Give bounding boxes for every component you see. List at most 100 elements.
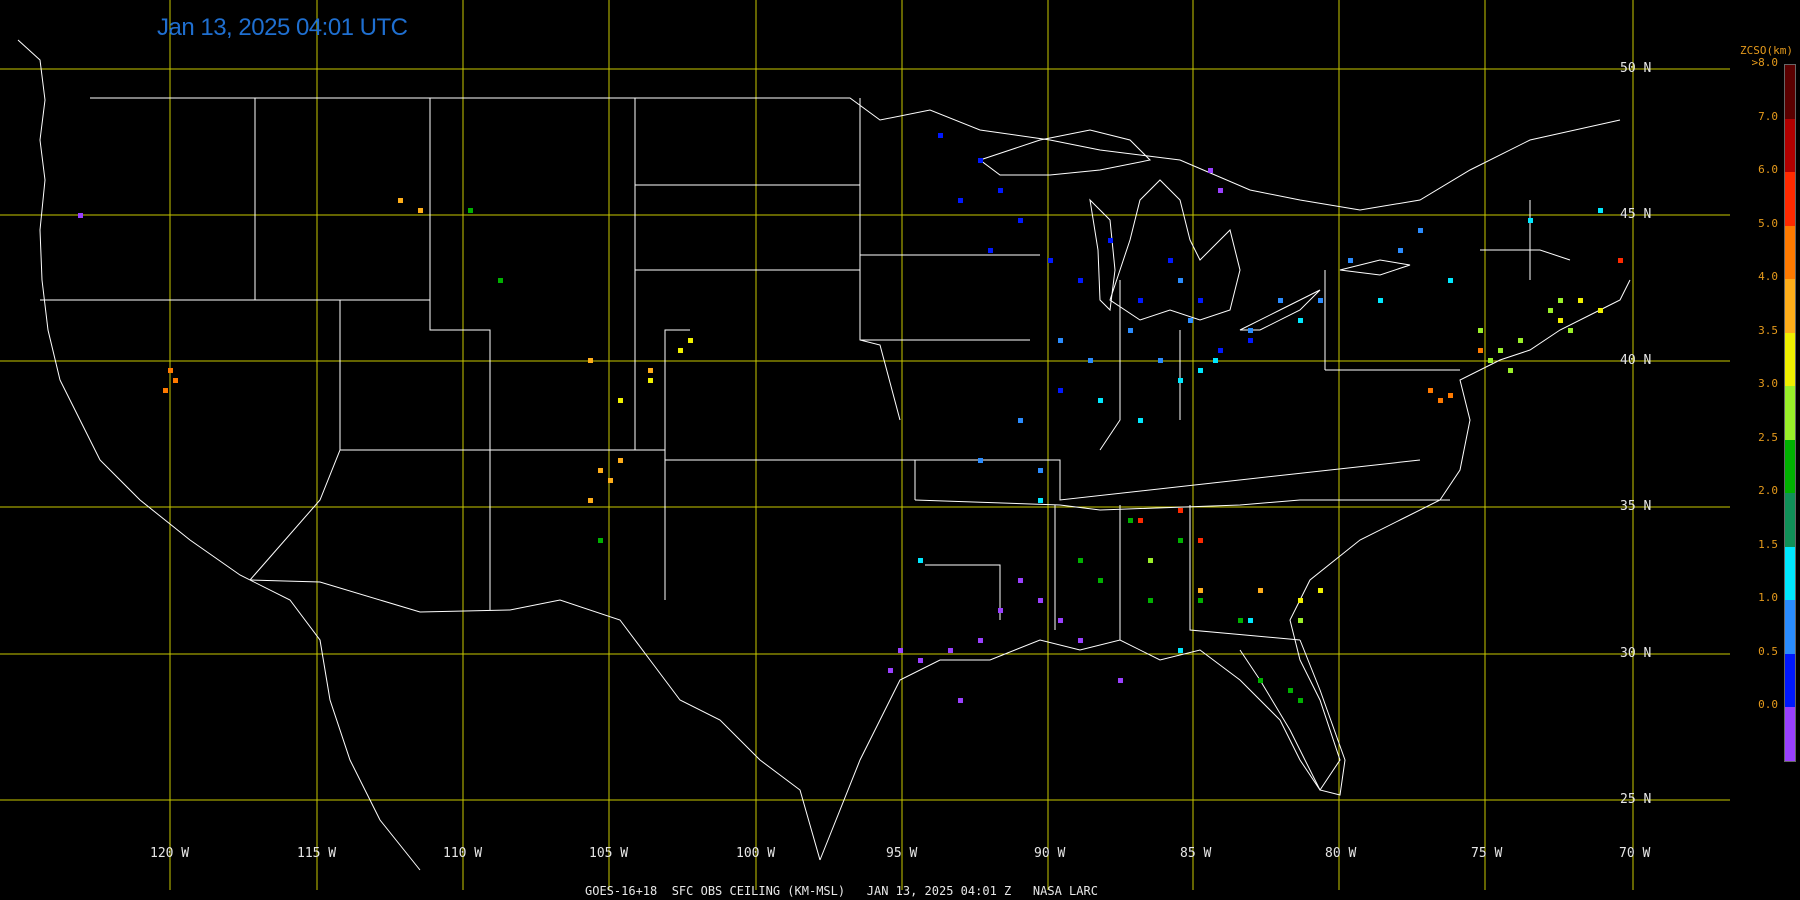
legend-tick-label: 3.0 bbox=[1758, 377, 1778, 391]
legend-segment bbox=[1785, 279, 1795, 334]
station-marker bbox=[1138, 518, 1143, 523]
station-marker bbox=[1438, 398, 1443, 403]
legend-tick-label: 5.0 bbox=[1758, 216, 1778, 230]
lon-label-120w: 120 W bbox=[150, 846, 190, 861]
lat-label-30n: 30 N bbox=[1620, 646, 1652, 661]
station-marker bbox=[163, 388, 168, 393]
station-marker bbox=[988, 248, 993, 253]
station-marker bbox=[1038, 468, 1043, 473]
legend-tick-label: 1.5 bbox=[1758, 537, 1778, 551]
map-caption: GOES-16+18 SFC OBS CEILING (KM-MSL) JAN … bbox=[585, 884, 1098, 898]
station-marker bbox=[1378, 298, 1383, 303]
station-marker bbox=[608, 478, 613, 483]
station-marker bbox=[998, 608, 1003, 613]
legend-segment bbox=[1785, 65, 1795, 119]
station-marker bbox=[1208, 168, 1213, 173]
station-marker bbox=[1448, 393, 1453, 398]
station-marker bbox=[948, 648, 953, 653]
station-marker bbox=[1138, 418, 1143, 423]
station-marker bbox=[648, 368, 653, 373]
station-marker bbox=[1078, 558, 1083, 563]
station-marker bbox=[898, 648, 903, 653]
station-marker bbox=[1528, 218, 1533, 223]
station-marker bbox=[1498, 348, 1503, 353]
station-marker bbox=[1258, 588, 1263, 593]
station-marker bbox=[1598, 208, 1603, 213]
station-marker bbox=[1418, 228, 1423, 233]
legend-segment bbox=[1785, 386, 1795, 441]
station-marker bbox=[168, 368, 173, 373]
legend-segment bbox=[1785, 225, 1795, 280]
lon-label-90w: 90 W bbox=[1034, 846, 1066, 861]
map-background bbox=[0, 0, 1800, 900]
lat-label-35n: 35 N bbox=[1620, 499, 1652, 514]
legend-tick-label: 2.0 bbox=[1758, 484, 1778, 498]
station-marker bbox=[1058, 618, 1063, 623]
station-marker bbox=[1198, 598, 1203, 603]
legend-segment bbox=[1785, 707, 1795, 762]
station-marker bbox=[1018, 418, 1023, 423]
lat-label-40n: 40 N bbox=[1620, 353, 1652, 368]
station-marker bbox=[498, 278, 503, 283]
station-marker bbox=[618, 398, 623, 403]
station-marker bbox=[1258, 678, 1263, 683]
legend-segment bbox=[1785, 332, 1795, 387]
station-marker bbox=[618, 458, 623, 463]
station-marker bbox=[1558, 318, 1563, 323]
station-marker bbox=[1178, 378, 1183, 383]
station-marker bbox=[648, 378, 653, 383]
station-marker bbox=[1178, 278, 1183, 283]
station-marker bbox=[1248, 338, 1253, 343]
legend-tick-label: 7.0 bbox=[1758, 109, 1778, 123]
station-marker bbox=[1278, 298, 1283, 303]
station-marker bbox=[1318, 298, 1323, 303]
station-marker bbox=[1038, 498, 1043, 503]
station-marker bbox=[978, 458, 983, 463]
legend-segment bbox=[1785, 118, 1795, 173]
station-marker bbox=[1478, 348, 1483, 353]
station-marker bbox=[1488, 358, 1493, 363]
station-marker bbox=[1248, 328, 1253, 333]
station-marker bbox=[1088, 358, 1093, 363]
timestamp-title: Jan 13, 2025 04:01 UTC bbox=[157, 14, 408, 41]
legend-tick-label: 0.0 bbox=[1758, 698, 1778, 712]
legend-segment bbox=[1785, 600, 1795, 655]
legend-tick-label: 1.0 bbox=[1758, 591, 1778, 605]
station-marker bbox=[588, 498, 593, 503]
station-marker bbox=[1038, 598, 1043, 603]
station-marker bbox=[1058, 388, 1063, 393]
station-marker bbox=[1288, 688, 1293, 693]
station-marker bbox=[1198, 368, 1203, 373]
station-marker bbox=[1238, 618, 1243, 623]
station-marker bbox=[998, 188, 1003, 193]
station-marker bbox=[1078, 278, 1083, 283]
lon-label-95w: 95 W bbox=[886, 846, 918, 861]
station-marker bbox=[1213, 358, 1218, 363]
station-marker bbox=[418, 208, 423, 213]
station-marker bbox=[1318, 588, 1323, 593]
station-marker bbox=[1128, 518, 1133, 523]
lon-label-110w: 110 W bbox=[443, 846, 483, 861]
station-marker bbox=[1178, 508, 1183, 513]
legend-tick-label: 6.0 bbox=[1758, 163, 1778, 177]
station-marker bbox=[1118, 678, 1123, 683]
lat-label-25n: 25 N bbox=[1620, 792, 1652, 807]
lon-label-105w: 105 W bbox=[589, 846, 629, 861]
station-marker bbox=[1138, 298, 1143, 303]
station-marker bbox=[1058, 338, 1063, 343]
station-marker bbox=[1518, 338, 1523, 343]
station-marker bbox=[678, 348, 683, 353]
station-marker bbox=[1048, 258, 1053, 263]
station-marker bbox=[398, 198, 403, 203]
station-marker bbox=[1348, 258, 1353, 263]
station-marker bbox=[1128, 328, 1133, 333]
station-marker bbox=[1198, 588, 1203, 593]
station-marker bbox=[1178, 648, 1183, 653]
lon-label-85w: 85 W bbox=[1180, 846, 1212, 861]
lat-label-50n: 50 N bbox=[1620, 61, 1652, 76]
station-marker bbox=[1598, 308, 1603, 313]
legend-segment bbox=[1785, 439, 1795, 494]
station-marker bbox=[1148, 558, 1153, 563]
station-marker bbox=[1578, 298, 1583, 303]
lat-label-45n: 45 N bbox=[1620, 207, 1652, 222]
